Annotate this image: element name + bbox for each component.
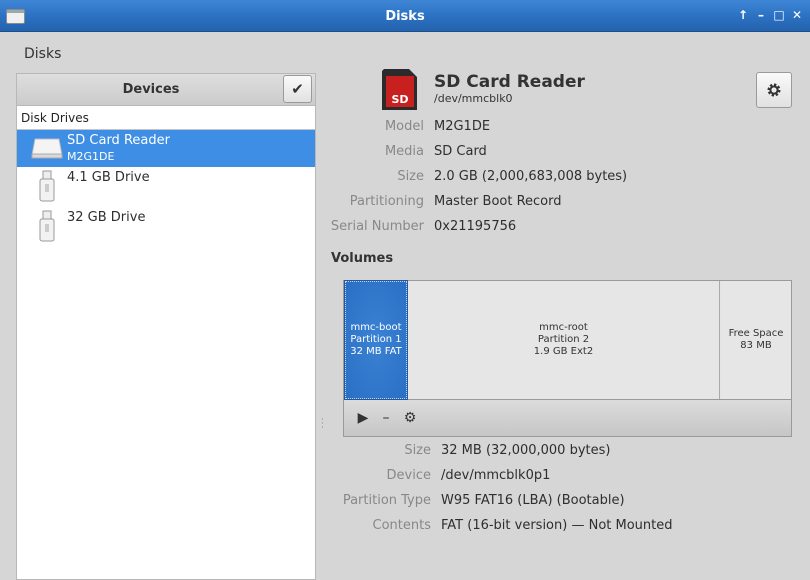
device-name: 4.1 GB Drive: [67, 170, 150, 185]
field-label: Media: [384, 144, 424, 159]
minus-icon[interactable]: –: [377, 409, 395, 427]
field-label: Partitioning: [349, 194, 424, 209]
volumes-heading: Volumes: [331, 251, 394, 266]
usb-drive-icon: [39, 170, 55, 202]
volume-map: mmc-boot Partition 1 32 MB FAT mmc-root …: [343, 280, 792, 400]
pane-resize-handle[interactable]: · · ·: [321, 416, 324, 433]
select-mode-button[interactable]: ✔: [283, 75, 312, 103]
disk-drives-group-label: Disk Drives: [17, 106, 315, 130]
disk-title: SD Card Reader: [434, 72, 585, 92]
disk-device-path: /dev/mmcblk0: [434, 92, 513, 105]
gears-icon[interactable]: ⚙: [401, 409, 419, 427]
partition-label: mmc-boot: [350, 322, 402, 333]
main-area: Disks Devices ✔ Disk Drives SD Card Read…: [0, 33, 810, 580]
device-model: M2G1DE: [67, 150, 115, 163]
device-name: SD Card Reader: [67, 133, 170, 148]
field-label: Partition Type: [342, 493, 431, 508]
usb-drive-icon: [39, 210, 55, 242]
field-value: FAT (16-bit version) — Not Mounted: [441, 518, 673, 533]
field-label: Model: [384, 119, 424, 134]
field-value: 0x21195756: [434, 219, 517, 234]
partition-label: mmc-root: [539, 322, 588, 333]
play-icon[interactable]: ▶: [354, 409, 372, 427]
free-space-label: Free Space: [728, 328, 784, 339]
device-list: Disk Drives SD Card Reader M2G1DE 4.1 GB…: [16, 106, 316, 580]
checkmark-icon: ✔: [291, 80, 304, 98]
breadcrumb: Disks: [24, 46, 62, 62]
title-bar: Disks ↑ – □ ✕: [0, 0, 810, 32]
minimize-button[interactable]: –: [754, 6, 768, 24]
field-value: 32 MB (32,000,000 bytes): [441, 443, 611, 458]
field-label: Device: [386, 468, 431, 483]
maximize-button[interactable]: □: [772, 6, 786, 24]
partition-size: 1.9 GB Ext2: [533, 346, 594, 357]
device-item-4gb-drive[interactable]: 4.1 GB Drive: [17, 167, 315, 207]
field-label: Serial Number: [330, 219, 424, 234]
field-value: /dev/mmcblk0p1: [441, 468, 551, 483]
close-button[interactable]: ✕: [790, 6, 804, 24]
volume-toolbar: ▶ – ⚙: [343, 400, 792, 437]
partition-number: Partition 2: [537, 334, 590, 345]
window-title: Disks: [385, 9, 425, 24]
free-space-size: 83 MB: [740, 340, 772, 351]
field-label: Size: [404, 443, 431, 458]
field-value: W95 FAT16 (LBA) (Bootable): [441, 493, 625, 508]
drive-options-button[interactable]: [756, 72, 792, 108]
device-item-sd-card-reader[interactable]: SD Card Reader M2G1DE: [17, 130, 315, 167]
partition-size: 32 MB FAT: [350, 346, 402, 357]
devices-header: Devices ✔: [16, 73, 316, 106]
gear-icon: [767, 83, 781, 97]
field-value: Master Boot Record: [434, 194, 562, 209]
partition-mmc-boot[interactable]: mmc-boot Partition 1 32 MB FAT: [344, 280, 408, 400]
partition-mmc-root[interactable]: mmc-root Partition 2 1.9 GB Ext2: [408, 281, 720, 399]
field-label: Contents: [372, 518, 431, 533]
partition-number: Partition 1: [350, 334, 402, 345]
field-label: Size: [397, 169, 424, 184]
field-value: M2G1DE: [434, 119, 491, 134]
window-controls: ↑ – □ ✕: [736, 6, 804, 24]
device-name: 32 GB Drive: [67, 210, 146, 225]
devices-title: Devices: [122, 82, 180, 97]
sd-card-icon: SD: [382, 69, 417, 110]
sd-card-icon-text: SD: [391, 93, 408, 106]
drive-icon: [31, 138, 63, 159]
field-value: SD Card: [434, 144, 487, 159]
free-space[interactable]: Free Space 83 MB: [721, 281, 791, 399]
field-value: 2.0 GB (2,000,683,008 bytes): [434, 169, 628, 184]
up-arrow-icon[interactable]: ↑: [736, 6, 750, 24]
device-item-32gb-drive[interactable]: 32 GB Drive: [17, 207, 315, 247]
